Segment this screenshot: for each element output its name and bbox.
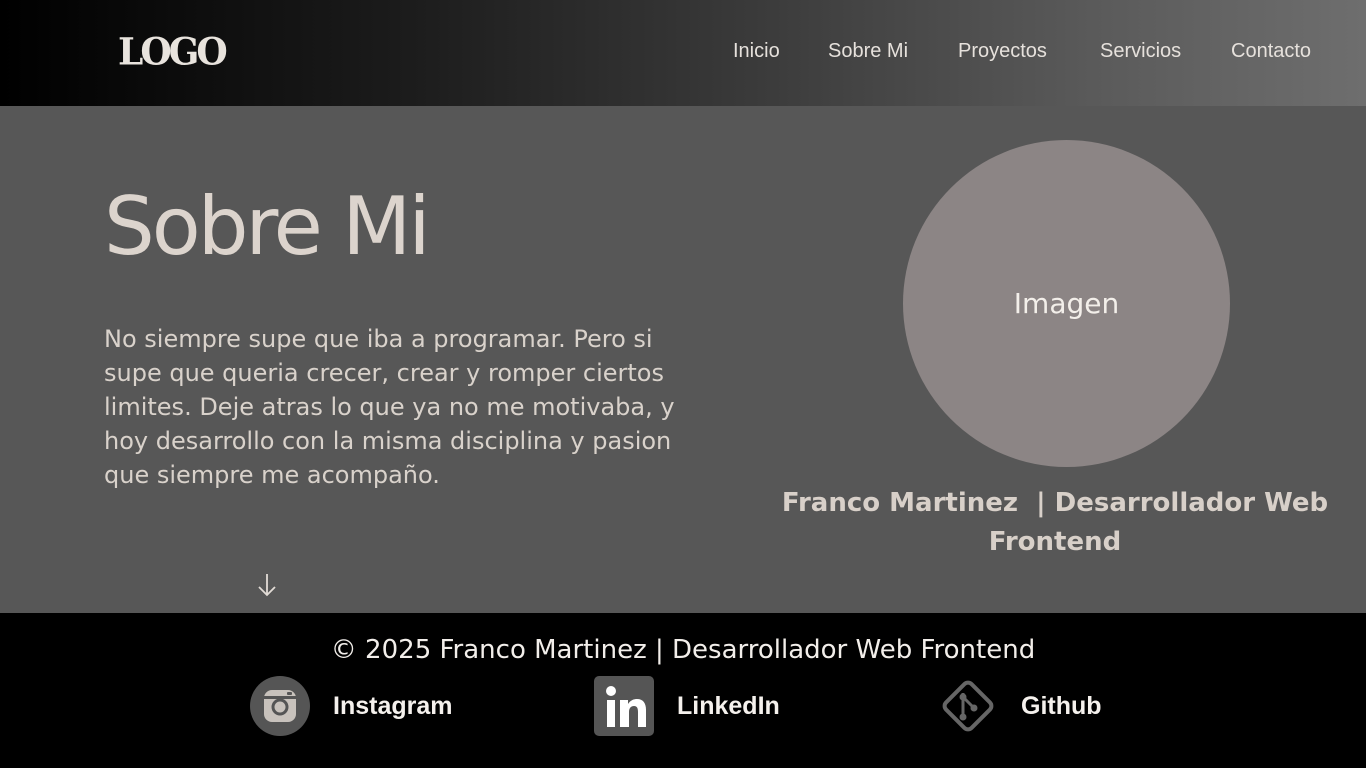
main-nav: Inicio Sobre Mi Proyectos Servicios Cont…	[0, 40, 1366, 70]
social-link-github[interactable]: Github	[937, 675, 1102, 737]
nav-item-servicios[interactable]: Servicios	[1100, 40, 1181, 63]
instagram-label: Instagram	[333, 691, 453, 720]
about-section: Sobre Mi No siempre supe que iba a progr…	[0, 106, 1366, 613]
social-link-instagram[interactable]: Instagram	[249, 675, 452, 737]
site-footer: © 2025 Franco Martinez | Desarrollador W…	[0, 613, 1366, 768]
nav-item-proyectos[interactable]: Proyectos	[958, 40, 1047, 63]
arrow-down-icon[interactable]	[256, 572, 278, 598]
profile-caption: Franco Martinez | Desarrollador Web Fron…	[781, 488, 1338, 557]
about-paragraph: No siempre supe que iba a programar. Per…	[104, 325, 675, 489]
nav-item-sobre-mi[interactable]: Sobre Mi	[828, 40, 908, 63]
linkedin-icon	[593, 675, 655, 737]
nav-item-contacto[interactable]: Contacto	[1231, 40, 1311, 63]
github-label: Github	[1021, 691, 1102, 720]
git-icon	[937, 675, 999, 737]
social-link-linkedin[interactable]: LinkedIn	[593, 675, 780, 737]
profile-image-placeholder: Imagen	[903, 140, 1230, 467]
image-placeholder-text: Imagen	[1013, 287, 1120, 320]
copyright-text: © 2025 Franco Martinez | Desarrollador W…	[330, 635, 1036, 665]
instagram-icon	[249, 675, 311, 737]
nav-item-inicio[interactable]: Inicio	[733, 40, 780, 63]
linkedin-label: LinkedIn	[677, 691, 780, 720]
site-header: LOGO Inicio Sobre Mi Proyectos Servicios…	[0, 0, 1366, 106]
page-title: Sobre Mi	[104, 180, 431, 273]
